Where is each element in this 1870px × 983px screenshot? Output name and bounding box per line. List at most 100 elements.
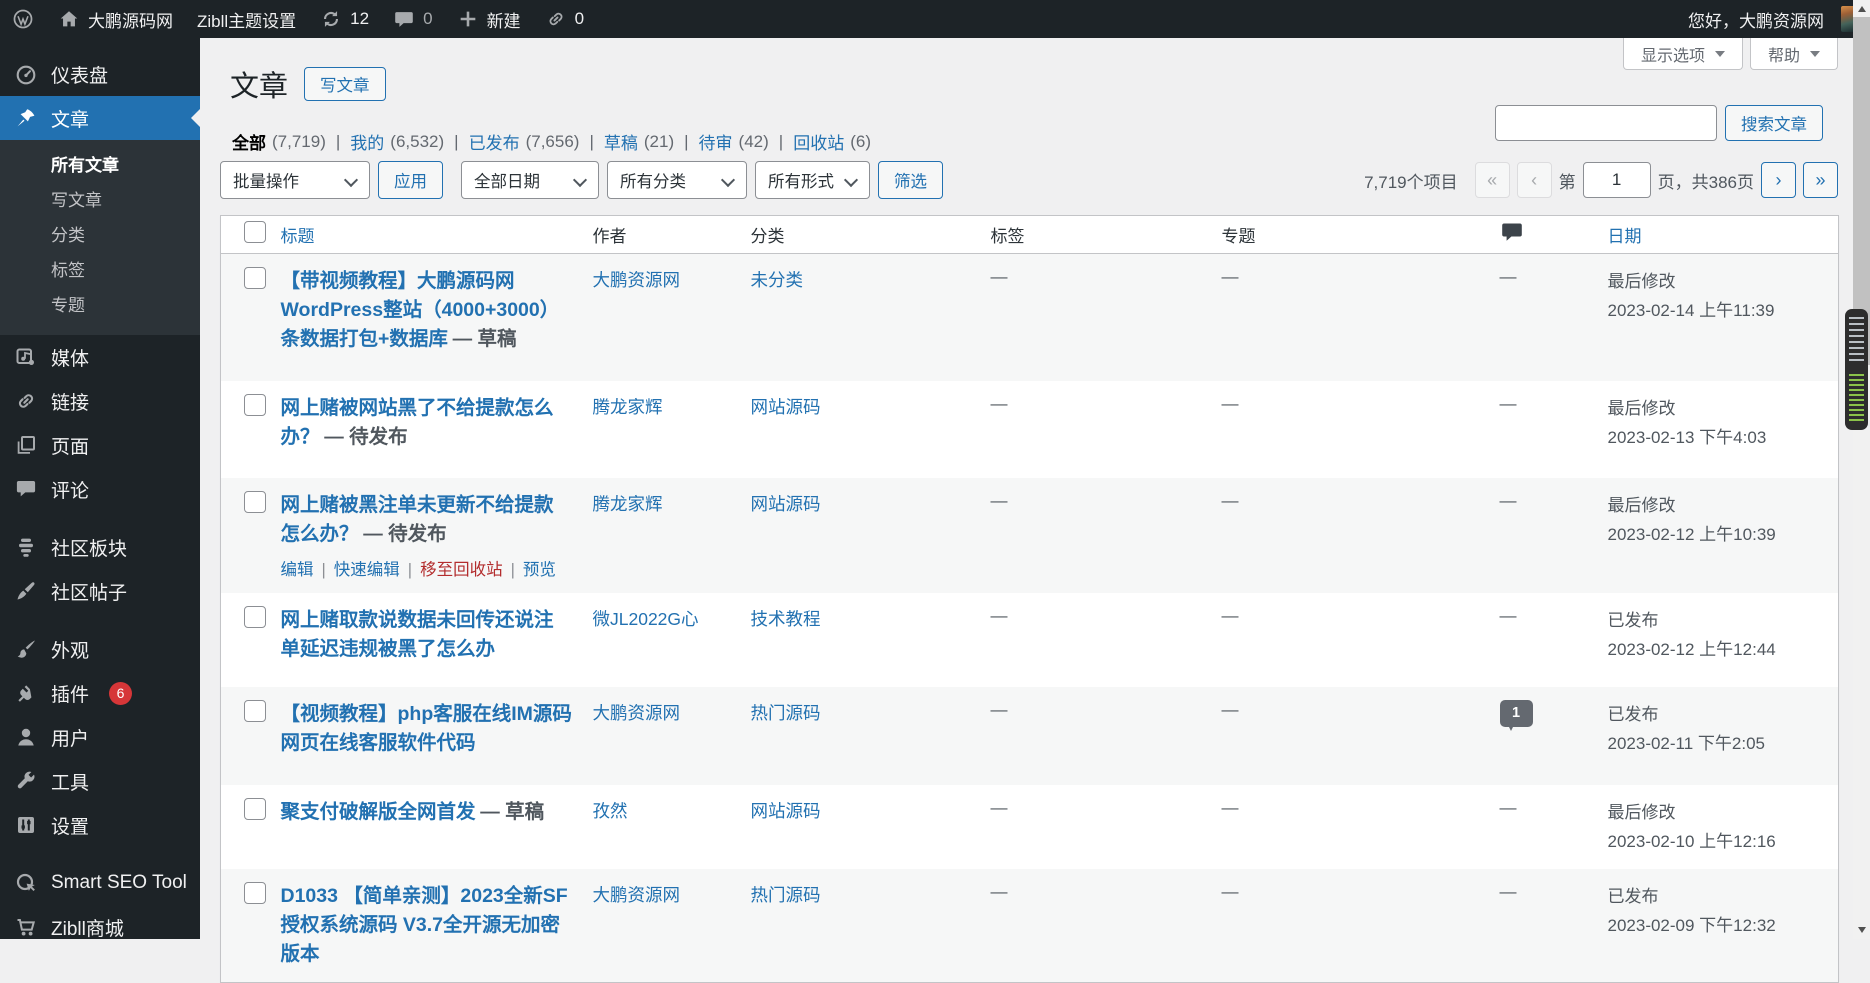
date-status: 最后修改 <box>1608 798 1829 827</box>
post-title-link[interactable]: 网上赌被网站黑了不给提款怎么办？ <box>281 397 554 448</box>
column-header-author: 作者 <box>583 216 741 254</box>
apply-button[interactable]: 应用 <box>378 161 443 199</box>
filter-pending[interactable]: 待审 (42) <box>674 129 769 154</box>
column-header-title[interactable]: 标题 <box>271 216 583 254</box>
row-checkbox[interactable] <box>244 798 266 820</box>
author-link[interactable]: 腾龙家辉 <box>593 397 663 417</box>
comment-bubble-icon <box>1500 220 1524 244</box>
category-link[interactable]: 热门源码 <box>751 703 821 723</box>
sidebar-item-community-posts[interactable]: 社区帖子 <box>0 569 200 613</box>
post-title-link[interactable]: D1033 【简单亲测】2023全新SF授权系统源码 V3.7全开源无加密版本 <box>281 885 568 965</box>
comments-menu[interactable]: 0 <box>381 0 444 38</box>
sidebar-item-links[interactable]: 链接 <box>0 379 200 423</box>
row-checkbox[interactable] <box>244 267 266 289</box>
sidebar-item-settings[interactable]: 设置 <box>0 803 200 847</box>
sidebar-item-comments[interactable]: 评论 <box>0 467 200 511</box>
site-name-menu[interactable]: 大鹏源码网 <box>46 0 185 38</box>
submenu-tags[interactable]: 标签 <box>0 253 200 288</box>
filter-mine[interactable]: 我的 (6,532) <box>326 129 444 154</box>
comment-count-badge[interactable]: 1 <box>1500 700 1533 727</box>
author-link[interactable]: 大鹏资源网 <box>593 703 681 723</box>
category-filter-select[interactable]: 所有分类 <box>607 161 747 199</box>
row-actions: 编辑快速编辑移至回收站预览 <box>281 556 573 580</box>
sidebar-item-community-boards[interactable]: 社区板块 <box>0 525 200 569</box>
filter-drafts[interactable]: 草稿 (21) <box>579 129 674 154</box>
vertical-scrollbar[interactable] <box>1853 0 1870 939</box>
sidebar-item-smart-seo-tool[interactable]: Smart SEO Tool <box>0 861 200 905</box>
category-link[interactable]: 热门源码 <box>751 885 821 905</box>
search-posts-button[interactable]: 搜索文章 <box>1725 105 1823 141</box>
new-content-menu[interactable]: 新建 <box>445 0 533 38</box>
comment-icon <box>14 477 38 501</box>
scroll-down-arrow[interactable] <box>1853 922 1870 939</box>
column-header-date[interactable]: 日期 <box>1598 216 1839 254</box>
wordpress-logo-menu[interactable] <box>0 0 46 38</box>
bulk-action-select[interactable]: 批量操作 <box>220 161 370 199</box>
last-page-button[interactable]: » <box>1803 162 1838 198</box>
sidebar-item-users[interactable]: 用户 <box>0 715 200 759</box>
sidebar-item-appearance[interactable]: 外观 <box>0 627 200 671</box>
category-link[interactable]: 网站源码 <box>751 801 821 821</box>
sidebar-item-tools[interactable]: 工具 <box>0 759 200 803</box>
submenu-all-posts[interactable]: 所有文章 <box>0 148 200 183</box>
sidebar-item-plugins[interactable]: 插件 6 <box>0 671 200 715</box>
row-checkbox[interactable] <box>244 394 266 416</box>
sidebar-item-media[interactable]: 媒体 <box>0 335 200 379</box>
post-title-link[interactable]: 网上赌取款说数据未回传还说注单延迟违规被黑了怎么办 <box>281 609 554 660</box>
post-title-link[interactable]: 【带视频教程】大鹏源码网WordPress整站（4000+3000）条数据打包+… <box>281 270 560 350</box>
account-menu[interactable]: 您好，大鹏资源网 <box>1676 0 1870 38</box>
preview-action[interactable]: 预览 <box>503 561 556 579</box>
date-filter-select[interactable]: 全部日期 <box>461 161 599 199</box>
edit-action[interactable]: 编辑 <box>281 561 314 579</box>
zibll-theme-settings-menu[interactable]: Zibll主题设置 <box>185 0 308 38</box>
filter-all[interactable]: 全部 (7,719) <box>232 129 326 154</box>
column-header-category: 分类 <box>741 216 981 254</box>
next-page-button[interactable]: › <box>1761 162 1796 198</box>
search-input[interactable] <box>1495 105 1717 141</box>
category-link[interactable]: 技术教程 <box>751 609 821 629</box>
sidebar-item-pages[interactable]: 页面 <box>0 423 200 467</box>
filter-button[interactable]: 筛选 <box>878 161 943 199</box>
trash-action[interactable]: 移至回收站 <box>400 561 503 579</box>
row-checkbox[interactable] <box>244 700 266 722</box>
author-link[interactable]: 大鹏资源网 <box>593 270 681 290</box>
help-tab[interactable]: 帮助 <box>1750 38 1838 70</box>
format-filter-select[interactable]: 所有形式 <box>755 161 870 199</box>
submenu-add-new-post[interactable]: 写文章 <box>0 183 200 218</box>
scroll-extension-widget[interactable] <box>1845 309 1868 430</box>
page-header: 文章 写文章 <box>230 63 1855 105</box>
quick-edit-action[interactable]: 快速编辑 <box>314 561 400 579</box>
post-title-link[interactable]: 【视频教程】php客服在线IM源码网页在线客服软件代码 <box>281 703 572 754</box>
author-link[interactable]: 大鹏资源网 <box>593 885 681 905</box>
category-link[interactable]: 未分类 <box>751 270 804 290</box>
filter-published[interactable]: 已发布 (7,656) <box>444 129 579 154</box>
filter-trash[interactable]: 回收站 (6) <box>769 129 871 154</box>
author-link[interactable]: 孜然 <box>593 801 628 821</box>
current-page-input[interactable] <box>1583 162 1651 198</box>
date-value: 2023-02-09 下午12:32 <box>1608 911 1829 940</box>
admin-bar-right: 您好，大鹏资源网 <box>1676 0 1870 38</box>
author-link[interactable]: 腾龙家辉 <box>593 494 663 514</box>
date-value: 2023-02-10 上午12:16 <box>1608 827 1829 856</box>
category-link[interactable]: 网站源码 <box>751 397 821 417</box>
select-all-checkbox[interactable] <box>244 221 266 243</box>
row-checkbox[interactable] <box>244 882 266 904</box>
post-title-link[interactable]: 聚支付破解版全网首发 <box>281 801 476 823</box>
links-counter-menu[interactable]: 0 <box>533 0 596 38</box>
sidebar-item-dashboard[interactable]: 仪表盘 <box>0 52 200 96</box>
submenu-topics[interactable]: 专题 <box>0 288 200 323</box>
layers-icon <box>14 535 38 559</box>
scroll-up-arrow[interactable] <box>1853 0 1870 17</box>
author-link[interactable]: 微JL2022G心 <box>593 609 699 629</box>
row-checkbox[interactable] <box>244 491 266 513</box>
updates-menu[interactable]: 12 <box>308 0 381 38</box>
screen-options-tab[interactable]: 显示选项 <box>1623 38 1743 70</box>
submenu-categories[interactable]: 分类 <box>0 218 200 253</box>
sidebar-item-posts[interactable]: 文章 <box>0 96 200 140</box>
dashboard-icon <box>14 62 38 86</box>
pagination: 7,719个项目 « ‹ 第 页，共386页 › » <box>1364 162 1838 198</box>
sidebar-item-zibll-store[interactable]: Zibll商城 <box>0 905 200 949</box>
row-checkbox[interactable] <box>244 606 266 628</box>
category-link[interactable]: 网站源码 <box>751 494 821 514</box>
add-new-post-button[interactable]: 写文章 <box>304 67 386 101</box>
